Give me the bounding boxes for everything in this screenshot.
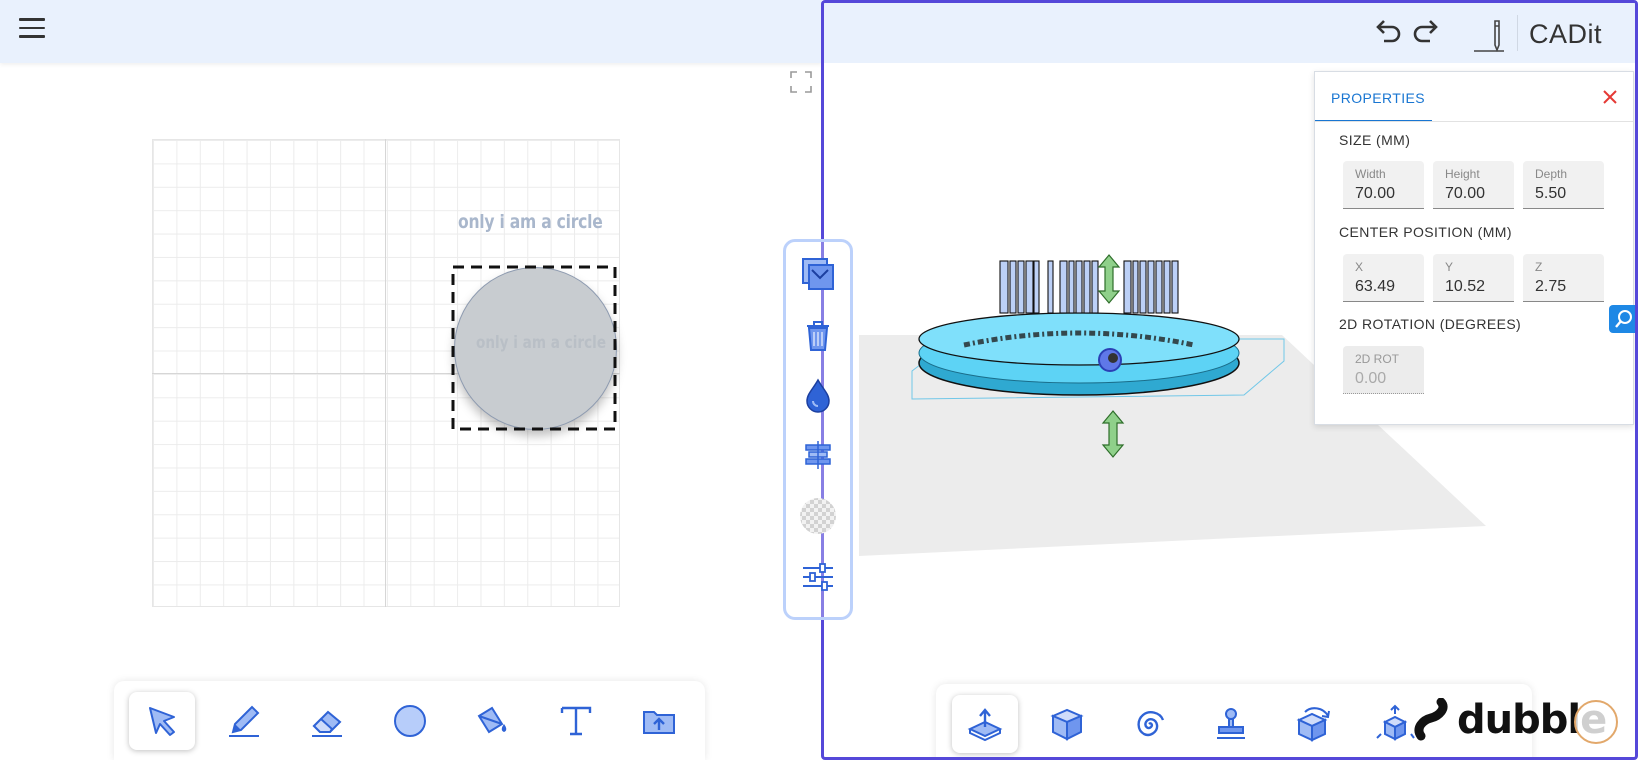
delete-button[interactable] [798,315,838,355]
paint-bucket-icon [477,706,507,734]
help-bubble[interactable] [1574,700,1618,744]
settings-button[interactable] [798,557,838,597]
pencil-icon [229,705,260,737]
color-drop-icon [806,378,830,413]
text-icon [560,706,592,736]
extrude-icon [967,708,1003,742]
properties-tab[interactable]: PROPERTIES [1315,72,1432,122]
folder-icon [643,711,675,734]
x-field[interactable]: X 63.49 [1343,254,1424,302]
position-section-title: CENTER POSITION (MM) [1339,224,1512,240]
circle-tool-button[interactable] [377,692,443,750]
extrude-tool-button[interactable] [952,695,1018,753]
fill-tool-button[interactable] [460,692,526,750]
hamburger-menu-icon[interactable] [19,18,45,42]
height-field[interactable]: Height 70.00 [1433,161,1514,209]
rotate-cube-icon [1296,707,1330,742]
box-icon [1050,708,1084,741]
gizmo-arrow-up [1097,254,1121,304]
box-tool-button[interactable] [1034,695,1100,753]
transparency-button[interactable] [798,496,838,536]
color-button[interactable] [798,375,838,415]
properties-panel: PROPERTIES SIZE (MM) Width 70.00 Height … [1314,71,1634,425]
y-field[interactable]: Y 10.52 [1433,254,1514,302]
text-tool-button[interactable] [543,692,609,750]
select-tool-button[interactable] [129,692,195,750]
z-field[interactable]: Z 2.75 [1523,254,1604,302]
stamp-tool-button[interactable] [1198,695,1264,753]
rotation-field: 2D ROT 0.00 [1343,346,1424,394]
close-icon[interactable] [1601,88,1619,106]
duplicate-icon [802,258,834,290]
selection-outline[interactable] [449,263,619,433]
import-tool-button[interactable] [626,692,692,750]
left-header [0,0,822,63]
spiral-icon [1137,711,1165,737]
object-toolbar [783,239,853,620]
transparency-icon [800,498,836,534]
shape-label: only i am a circle [458,211,603,233]
spiral-tool-button[interactable] [1116,695,1182,753]
sliders-icon [803,563,833,591]
cursor-icon [149,707,175,736]
viewport-3d-panel: CADit PROPERTIES SIZE (MM) Width 70.00 H… [821,0,1638,760]
zoom-search-icon[interactable] [1609,305,1635,333]
erase-tool-button[interactable] [294,692,360,750]
explode-icon [1376,704,1415,741]
extruded-text [999,260,1179,314]
stamp-icon [1217,708,1245,739]
eraser-icon [312,710,342,737]
trash-icon [807,321,829,351]
width-field[interactable]: Width 70.00 [1343,161,1424,209]
size-section-title: SIZE (MM) [1339,132,1411,148]
rotation-section-title: 2D ROTATION (DEGREES) [1339,316,1522,332]
sketch-toolbar [114,681,705,760]
dubble-logo-icon [1414,698,1448,741]
draw-tool-button[interactable] [211,692,277,750]
app-root: only i am a circle only i am a circle CA… [0,0,1638,760]
align-icon [805,441,831,469]
circle-icon [394,705,426,737]
align-button[interactable] [798,435,838,475]
rotate-tool-button[interactable] [1280,695,1346,753]
depth-field[interactable]: Depth 5.50 [1523,161,1604,209]
fullscreen-left-icon[interactable] [790,71,812,93]
duplicate-button[interactable] [798,254,838,294]
